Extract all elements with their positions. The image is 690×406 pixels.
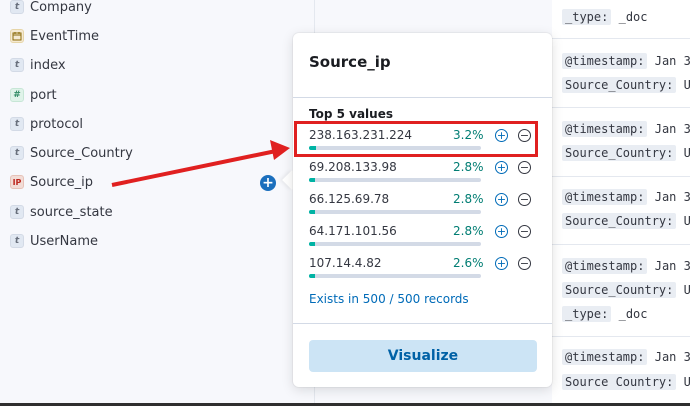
annotation-arrow <box>111 140 290 187</box>
